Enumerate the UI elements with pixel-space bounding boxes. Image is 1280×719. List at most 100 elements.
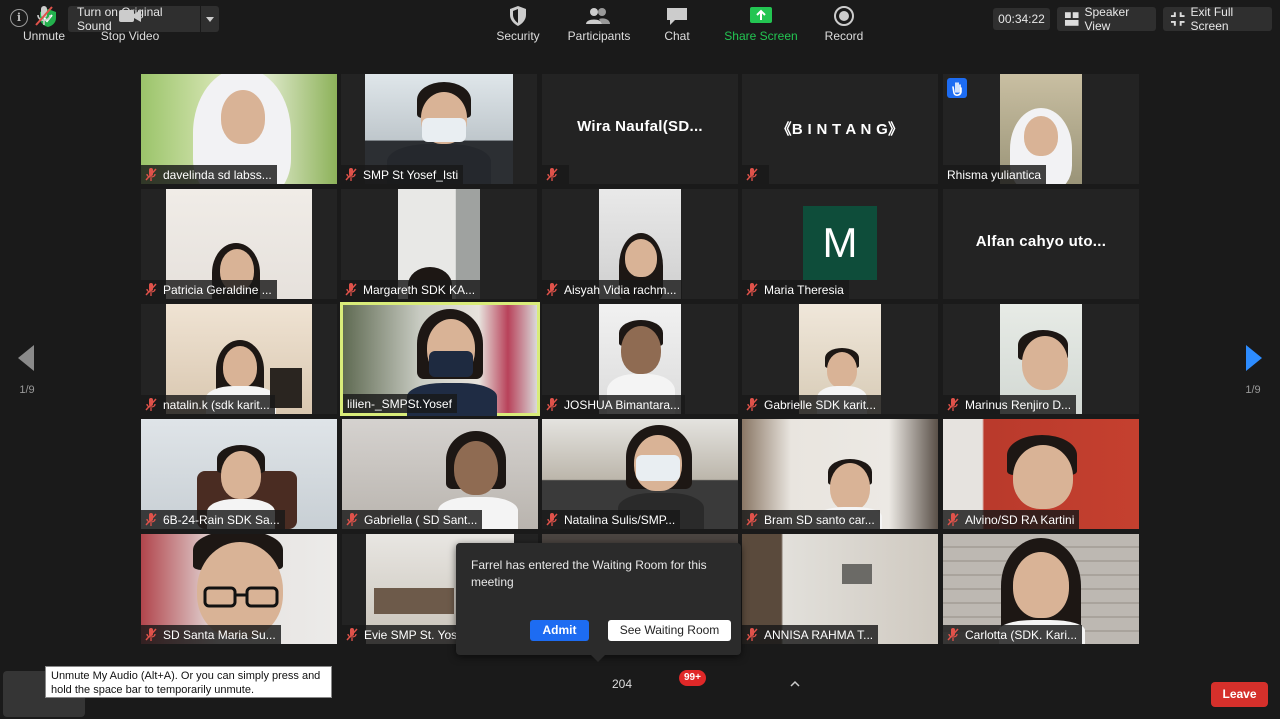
mic-muted-icon [145,398,157,411]
participant-display-name: 《B I N T A N G》 [776,121,904,138]
participant-tile[interactable]: Gabrielle SDK karit... [742,304,938,414]
participant-name: 6B-24-Rain SDK Sa... [163,512,280,527]
participant-tile-active-speaker[interactable]: lilien-_SMPSt.Yosef [340,302,540,416]
chevron-up-icon[interactable] [790,680,800,688]
meeting-timer: 00:34:22 [993,8,1050,30]
mic-muted-icon [346,513,358,526]
participant-name-tag: Margareth SDK KA... [341,280,481,299]
participant-tile[interactable]: davelinda sd labss... [141,74,337,184]
participant-tile[interactable]: M Maria Theresia [742,189,938,299]
chat-unread-badge: 99+ [679,670,706,686]
participant-tile[interactable]: Gabriella ( SD Sant... [342,419,538,529]
participant-name: Marinus Renjiro D... [965,397,1072,412]
participant-name: Carlotta (SDK. Kari... [965,627,1078,642]
speaker-view-button[interactable]: Speaker View [1057,5,1156,33]
participant-name: Gabrielle SDK karit... [764,397,877,412]
previous-page-button[interactable]: 1/9 [12,345,42,396]
leave-button[interactable]: Leave [1211,682,1268,707]
participant-avatar: M [803,206,877,280]
participant-tile[interactable]: SD Santa Maria Su... [141,534,337,644]
participant-name-tag: JOSHUA Bimantara... [542,395,686,414]
mic-muted-icon [746,398,758,411]
participant-name: davelinda sd labss... [163,167,272,182]
participant-name-tag: Natalina Sulis/SMP... [542,510,681,529]
exit-fullscreen-icon [1170,12,1185,26]
next-page-button[interactable]: 1/9 [1238,345,1268,396]
mic-muted-icon [947,628,959,641]
unmute-button[interactable]: Unmute [3,0,85,50]
exit-fullscreen-button[interactable]: Exit Full Screen [1163,5,1272,33]
mic-muted-icon [546,283,558,296]
participant-name: ANNISA RAHMA T... [764,627,874,642]
record-icon [834,6,854,26]
speaker-view-label: Speaker View [1084,5,1130,33]
participant-name-tag: SMP St Yosef_Isti [341,165,464,184]
chat-button[interactable]: Chat [652,0,702,50]
shield-icon [510,6,526,26]
participant-name-tag: ANNISA RAHMA T... [742,625,879,644]
unmute-label: Unmute [22,29,66,43]
participant-tile[interactable]: SMP St Yosef_Isti [341,74,537,184]
participant-name-tag: Patricia Geraldine ... [141,280,277,299]
stop-video-label: Stop Video [100,29,160,43]
participant-name-tag: davelinda sd labss... [141,165,277,184]
chevron-right-icon [1246,345,1262,371]
participant-name: SD Santa Maria Su... [163,627,276,642]
participant-name: Gabriella ( SD Sant... [364,512,478,527]
mic-muted-icon [546,513,558,526]
video-camera-icon [119,10,141,22]
participant-name-tag: Maria Theresia [742,280,849,299]
participant-tile[interactable]: JOSHUA Bimantara... [542,304,738,414]
participant-tile[interactable]: Wira Naufal(SD... [542,74,738,184]
mic-muted-icon [746,168,758,181]
participant-tile[interactable]: Alfan cahyo uto... [943,189,1139,299]
participant-tile[interactable]: natalin.k (sdk karit... [141,304,337,414]
admit-button[interactable]: Admit [530,620,589,641]
participant-tile[interactable]: Margareth SDK KA... [341,189,537,299]
security-button[interactable]: Security [488,0,548,50]
participant-tile[interactable]: 6B-24-Rain SDK Sa... [141,419,337,529]
participant-name-tag: Alvino/SD RA Kartini [943,510,1080,529]
participant-name-tag: Carlotta (SDK. Kari... [943,625,1083,644]
participant-name: Rhisma yuliantica [947,167,1042,182]
record-button[interactable]: Record [817,0,871,50]
participant-name: Margareth SDK KA... [363,282,476,297]
participant-name-tag: Marinus Renjiro D... [943,395,1077,414]
participants-count: 204 [612,677,633,691]
participant-tile[interactable]: ANNISA RAHMA T... [742,534,938,644]
share-screen-icon [750,7,772,23]
participant-tile[interactable]: Rhisma yuliantica [943,74,1139,184]
participant-tile[interactable]: Marinus Renjiro D... [943,304,1139,414]
stop-video-button[interactable]: Stop Video [93,0,167,50]
page-indicator-left: 1/9 [19,384,35,396]
participant-tile[interactable]: Patricia Geraldine ... [141,189,337,299]
share-screen-label: Share Screen [724,29,798,43]
participant-tile[interactable]: Bram SD santo car... [742,419,938,529]
mic-muted-icon [546,168,558,181]
participant-tile[interactable]: Aisyah Vidia rachm... [542,189,738,299]
participant-name: SMP St Yosef_Isti [363,167,459,182]
participants-label: Participants [567,29,631,43]
waiting-room-message: Farrel has entered the Waiting Room for … [471,558,707,589]
mic-muted-icon [145,628,157,641]
raised-hand-icon [947,78,967,98]
participant-tile[interactable]: Alvino/SD RA Kartini [943,419,1139,529]
chat-label: Chat [664,29,690,43]
participant-name-tag: natalin.k (sdk karit... [141,395,275,414]
chevron-left-icon [18,345,34,371]
chat-bubble-icon [667,8,687,25]
participant-name: Evie SMP St. Yos [364,627,458,642]
mic-muted-icon [145,283,157,296]
mic-muted-icon [346,628,358,641]
participant-tile[interactable]: 《B I N T A N G》 [742,74,938,184]
mic-muted-icon [947,513,959,526]
chevron-down-icon[interactable] [200,6,219,32]
share-screen-button[interactable]: Share Screen [722,0,800,50]
participant-tile[interactable]: Natalina Sulis/SMP... [542,419,738,529]
see-waiting-room-button[interactable]: See Waiting Room [608,620,731,641]
mic-muted-icon [746,628,758,641]
unmute-tooltip: Unmute My Audio (Alt+A). Or you can simp… [45,666,332,698]
participant-name-tag: Bram SD santo car... [742,510,880,529]
participants-button[interactable]: Participants [565,0,633,50]
participant-tile[interactable]: Carlotta (SDK. Kari... [943,534,1139,644]
